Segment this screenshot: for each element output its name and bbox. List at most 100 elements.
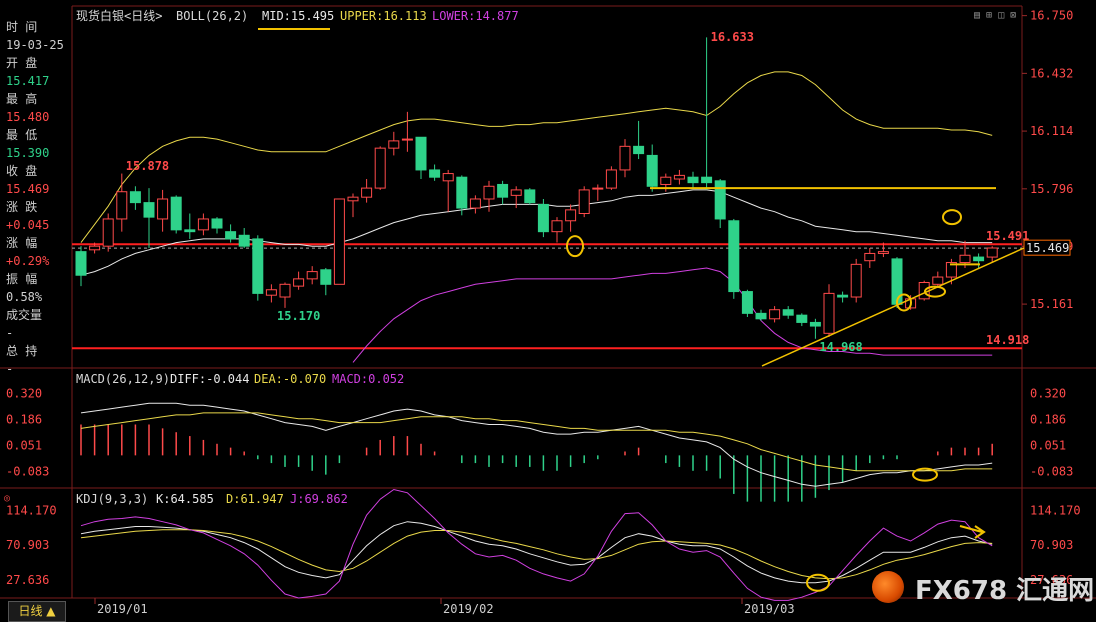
- candle-body: [157, 198, 169, 220]
- candle-body: [333, 198, 345, 285]
- price-chart-canvas[interactable]: 16.75016.43216.11415.79615.47915.1610.32…: [0, 0, 1096, 622]
- candle-body: [483, 185, 495, 200]
- annot-circle: [566, 235, 584, 258]
- macd-tick-label-left: 0.051: [6, 439, 42, 453]
- candle-body: [714, 180, 726, 220]
- time-label: 时 间: [6, 20, 38, 34]
- candle-body: [143, 202, 155, 218]
- candle-body: [973, 256, 985, 262]
- boll-indicator-label[interactable]: BOLL(26,2): [176, 9, 248, 23]
- candle-body: [361, 187, 373, 198]
- open-value: 15.417: [6, 74, 50, 88]
- macd-tick-label-left: 0.320: [6, 387, 42, 401]
- price-tick-label: 15.796: [1030, 182, 1073, 196]
- macd-value: MACD:0.052: [332, 372, 405, 386]
- candle-body: [293, 278, 305, 287]
- kdj-d-value: D:61.947: [226, 492, 284, 506]
- date-tick-label: 2019/03: [744, 602, 795, 616]
- candle-body: [551, 220, 563, 233]
- boll-upper-value: UPPER:16.113: [340, 9, 427, 23]
- close-label: 收 盘: [6, 164, 38, 178]
- kdj-indicator-label[interactable]: KDJ(9,3,3): [76, 492, 148, 506]
- fx678-logo-icon: [872, 571, 904, 603]
- macd-tick-label-left: 0.186: [6, 412, 42, 426]
- candle-body: [102, 218, 114, 247]
- period-tab-daily[interactable]: 日线 ▲: [8, 601, 66, 622]
- candle-body: [959, 254, 971, 264]
- pct-value: +0.29%: [6, 254, 50, 268]
- candle-body: [796, 314, 808, 323]
- macd-tick-label-right: 0.320: [1030, 387, 1066, 401]
- candle-body: [238, 234, 250, 247]
- change-value: +0.045: [6, 218, 50, 232]
- open-interest-label: 总 持: [6, 344, 38, 358]
- price-tick-label: 15.161: [1030, 297, 1073, 311]
- candle-body: [701, 176, 713, 184]
- boll-mid-line: [80, 189, 993, 276]
- kdj-tick-label-left: 27.636: [6, 573, 49, 587]
- macd-diff-value: DIFF:-0.044: [170, 372, 250, 386]
- candle-body: [932, 276, 944, 285]
- date-tick-label: 2019/02: [443, 602, 494, 616]
- candle-body: [306, 271, 318, 280]
- chart-frame: 16.75016.43216.11415.79615.47915.1610.32…: [0, 5, 1096, 616]
- volume-value: -: [6, 326, 14, 340]
- candle-body: [986, 247, 998, 258]
- candle-body: [129, 191, 141, 204]
- chart-title: 现货白银<日线>: [76, 9, 163, 23]
- kdj-j-value: J:69.862: [290, 492, 348, 506]
- resistance-label: 15.491: [986, 229, 1029, 243]
- candle-body: [769, 309, 781, 320]
- candle-body: [347, 196, 359, 202]
- price-tick-label: 16.114: [1030, 124, 1073, 138]
- candle-body: [89, 245, 101, 251]
- candle-body: [116, 191, 128, 220]
- amp-value: 0.58%: [6, 290, 43, 304]
- candle-body: [374, 147, 386, 189]
- kdj-tick-label-left: 114.170: [6, 503, 57, 517]
- candle-body: [211, 218, 223, 229]
- candle-body: [823, 292, 835, 334]
- low-value: 15.390: [6, 146, 50, 160]
- candle-body: [864, 252, 876, 262]
- candle-body: [755, 312, 767, 320]
- high-label: 最 高: [6, 92, 38, 106]
- macd-indicator-label[interactable]: MACD(26,12,9): [76, 372, 170, 386]
- candle-body: [75, 251, 87, 276]
- macd-tick-label-right: -0.083: [1030, 464, 1073, 478]
- right-low-label: 14.968: [819, 340, 862, 354]
- candle-body: [456, 176, 468, 209]
- price-tick-label: 16.432: [1030, 66, 1073, 80]
- candle-body: [578, 189, 590, 215]
- candle-body: [537, 203, 549, 233]
- macd-tick-label-right: 0.051: [1030, 439, 1066, 453]
- boll-bands: [80, 71, 993, 363]
- candle-body: [660, 176, 672, 185]
- candle-body: [524, 189, 536, 204]
- change-label: 涨 跌: [6, 200, 38, 214]
- candle-body: [633, 145, 645, 155]
- candle-body: [592, 187, 604, 190]
- candle-body: [782, 309, 794, 316]
- kdj-panel: [80, 488, 993, 601]
- candle-body: [442, 173, 454, 182]
- volume-label: 成交量: [6, 308, 43, 322]
- candle-body: [565, 209, 577, 222]
- price-tick-label: 16.750: [1030, 9, 1073, 23]
- window-controls-icon[interactable]: ▤ ⊞ ◫ ⊠: [974, 10, 1016, 21]
- macd-panel: [80, 402, 993, 502]
- candle-body: [252, 238, 264, 294]
- candle-body: [225, 231, 237, 240]
- kdj-k-line: [80, 521, 993, 584]
- boll-lower-value: LOWER:14.877: [432, 9, 519, 23]
- support-label: 14.918: [986, 333, 1029, 347]
- time-value: 19-03-25: [6, 38, 64, 52]
- kdj-settings-icon[interactable]: ◎: [4, 492, 10, 506]
- macd-tick-label-left: -0.083: [6, 464, 49, 478]
- candle-body: [265, 289, 277, 296]
- kdj-tick-label-left: 70.903: [6, 538, 49, 552]
- candle-body: [170, 196, 182, 231]
- kdj-tick-label-right: 70.903: [1030, 538, 1073, 552]
- high-value: 15.480: [6, 110, 50, 124]
- watermark: FX678 汇通网: [915, 576, 1095, 606]
